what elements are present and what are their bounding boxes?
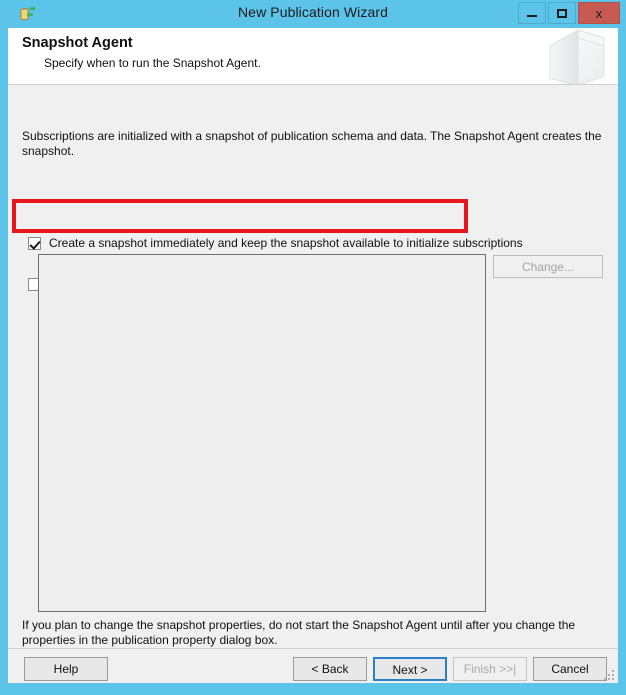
- highlight-annotation: [12, 199, 468, 233]
- minimize-button[interactable]: [518, 2, 546, 24]
- checkbox-create-snapshot-box[interactable]: [28, 237, 41, 250]
- dialog-body: Subscriptions are initialized with a sna…: [8, 86, 618, 648]
- page-banner: Snapshot Agent Specify when to run the S…: [8, 28, 618, 85]
- close-icon: x: [595, 5, 603, 21]
- checkbox-create-snapshot[interactable]: Create a snapshot immediately and keep t…: [28, 236, 523, 250]
- footer-note: If you plan to change the snapshot prope…: [22, 618, 576, 647]
- schedule-list-box[interactable]: [38, 254, 486, 612]
- close-button[interactable]: x: [578, 2, 620, 24]
- back-button[interactable]: < Back: [293, 657, 367, 681]
- book-icon: [538, 28, 610, 84]
- new-publication-wizard-window: New Publication Wizard x Snapshot Agent …: [0, 0, 626, 695]
- next-button[interactable]: Next >: [373, 657, 447, 681]
- maximize-button[interactable]: [548, 2, 576, 24]
- dialog-button-bar: Help < Back Next > Finish >>| Cancel: [8, 648, 618, 683]
- page-subtitle: Specify when to run the Snapshot Agent.: [44, 56, 261, 70]
- help-button[interactable]: Help: [24, 657, 108, 681]
- intro-text: Subscriptions are initialized with a sna…: [22, 129, 602, 158]
- resize-grip-icon[interactable]: [603, 668, 615, 680]
- change-button[interactable]: Change...: [493, 255, 603, 278]
- cancel-button[interactable]: Cancel: [533, 657, 607, 681]
- finish-button[interactable]: Finish >>|: [453, 657, 527, 681]
- maximize-icon: [557, 8, 567, 18]
- dialog-client-area: Snapshot Agent Specify when to run the S…: [8, 28, 618, 683]
- minimize-icon: [527, 14, 537, 17]
- title-bar[interactable]: New Publication Wizard x: [0, 0, 626, 28]
- checkbox-create-snapshot-label: Create a snapshot immediately and keep t…: [49, 236, 523, 250]
- page-title: Snapshot Agent: [22, 35, 133, 51]
